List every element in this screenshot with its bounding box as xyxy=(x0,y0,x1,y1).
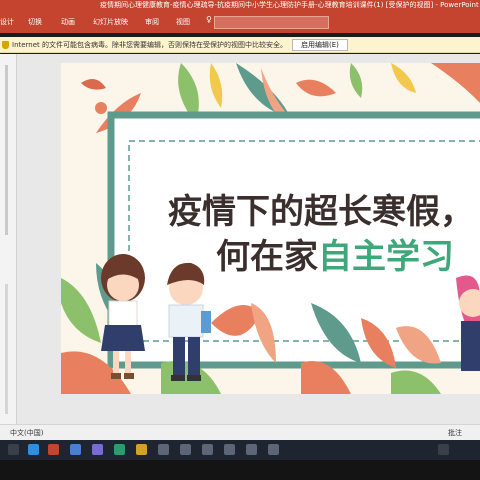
svg-text:何在家自主学习: 何在家自主学习 xyxy=(216,237,454,277)
app-icon[interactable] xyxy=(28,444,39,455)
language-indicator[interactable]: 中文(中国) xyxy=(10,425,43,441)
taskbar xyxy=(0,440,480,460)
slide-title-line2-prefix: 何在家 xyxy=(216,237,318,277)
app-icon[interactable] xyxy=(202,444,213,455)
slide-artwork: 疫情下的超长寒假， 何在家自主学习 xyxy=(61,63,480,394)
app-icon[interactable] xyxy=(158,444,169,455)
app-icon[interactable] xyxy=(246,444,257,455)
thumbnail-scrollbar-lower xyxy=(5,284,8,414)
tell-me-search-box[interactable] xyxy=(214,16,329,29)
screen-bottom-edge xyxy=(0,460,480,480)
window-title: 疫情期间心理健康教育-疫情心理疏导-抗疫期间中小学生心理防护手册-心理教育培训课… xyxy=(100,1,479,9)
tab-design[interactable]: 设计 xyxy=(0,17,14,27)
app-icon[interactable] xyxy=(136,444,147,455)
protected-view-bar: Internet 的文件可能包含病毒。除非您需要编辑，否则保持在受保护的视图中比… xyxy=(0,37,480,53)
enable-editing-button[interactable]: 启用编辑(E) xyxy=(292,39,348,51)
shield-icon xyxy=(2,41,9,49)
protected-view-message: Internet 的文件可能包含病毒。除非您需要编辑，否则保持在受保护的视图中比… xyxy=(12,41,288,49)
tab-animations[interactable]: 动画 xyxy=(61,17,75,27)
app-icon[interactable] xyxy=(114,444,125,455)
tray-icon[interactable] xyxy=(438,444,449,455)
tab-transitions[interactable]: 切换 xyxy=(28,17,42,27)
tab-view[interactable]: 视图 xyxy=(176,17,190,27)
ribbon-tabs: 设计 切换 动画 幻灯片放映 审阅 视图 ♀ xyxy=(0,11,480,33)
app-icon[interactable] xyxy=(92,444,103,455)
start-icon[interactable] xyxy=(8,444,19,455)
notes-button[interactable]: 批注 xyxy=(448,425,462,441)
thumbnail-pane[interactable] xyxy=(0,54,17,424)
thumbnail-scrollbar[interactable] xyxy=(5,65,8,235)
lightbulb-icon: ♀ xyxy=(206,15,212,24)
tab-review[interactable]: 审阅 xyxy=(145,17,159,27)
app-icon[interactable] xyxy=(268,444,279,455)
app-icon[interactable] xyxy=(224,444,235,455)
window-title-bar: 疫情期间心理健康教育-疫情心理疏导-抗疫期间中小学生心理防护手册-心理教育培训课… xyxy=(0,0,480,11)
slide-canvas[interactable]: 疫情下的超长寒假， 何在家自主学习 xyxy=(61,63,480,394)
slide-title-line1: 疫情下的超长寒假， xyxy=(168,192,474,232)
app-icon[interactable] xyxy=(180,444,191,455)
tab-slideshow[interactable]: 幻灯片放映 xyxy=(93,17,128,27)
powerpoint-icon[interactable] xyxy=(48,444,59,455)
status-bar: 中文(中国) 批注 xyxy=(0,424,480,440)
slide-title-highlight: 自主学习 xyxy=(318,237,454,277)
app-icon[interactable] xyxy=(70,444,81,455)
